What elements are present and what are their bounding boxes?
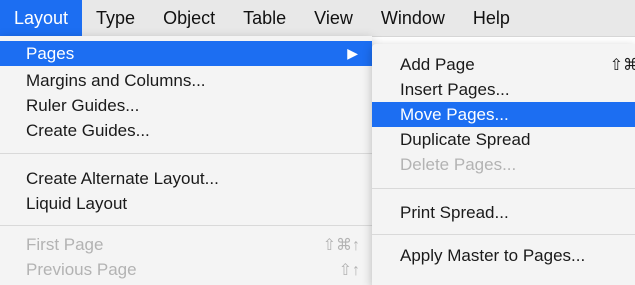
layout-dropdown: Pages ▶ Margins and Columns... Ruler Gui…: [0, 36, 372, 285]
shortcut-label: ⇧⌘: [609, 56, 635, 74]
menu-object[interactable]: Object: [149, 0, 229, 36]
menu-item-ruler-guides[interactable]: Ruler Guides...: [0, 93, 372, 118]
menu-item-duplicate-spread[interactable]: Duplicate Spread: [372, 127, 635, 152]
shortcut-label: ⇧↑: [338, 261, 360, 279]
menu-item-label: Move Pages...: [400, 104, 509, 124]
menu-item-label: Pages: [26, 43, 75, 63]
menu-item-insert-pages[interactable]: Insert Pages...: [372, 77, 635, 102]
menu-item-create-alternate-layout[interactable]: Create Alternate Layout...: [0, 166, 372, 191]
menu-item-label: Margins and Columns...: [26, 70, 206, 90]
menu-item-label: Add Page: [400, 54, 475, 74]
menu-item-margins-columns[interactable]: Margins and Columns...: [0, 68, 372, 93]
shortcut-label: ⇧⌘↑: [322, 236, 360, 254]
menu-item-label: Apply Master to Pages...: [400, 245, 586, 265]
menu-item-label: Ruler Guides...: [26, 95, 140, 115]
menu-item-move-pages[interactable]: Move Pages...: [372, 102, 635, 127]
menu-item-liquid-layout[interactable]: Liquid Layout: [0, 191, 372, 216]
menu-item-add-page[interactable]: Add Page ⇧⌘: [372, 52, 635, 77]
menu-separator: [372, 188, 635, 189]
menu-item-label: Insert Pages...: [400, 79, 510, 99]
menu-item-label: Delete Pages...: [400, 154, 517, 174]
menu-item-label: Print Spread...: [400, 202, 509, 222]
menu-separator: [0, 153, 372, 154]
menu-window[interactable]: Window: [367, 0, 459, 36]
menu-item-print-spread[interactable]: Print Spread...: [372, 200, 635, 225]
menu-item-delete-pages: Delete Pages...: [372, 152, 635, 177]
menu-separator: [0, 225, 372, 226]
screen: Layout Type Object Table View Window Hel…: [0, 0, 635, 285]
menu-item-pages[interactable]: Pages ▶: [0, 41, 372, 66]
menu-item-label: First Page: [26, 234, 104, 254]
menu-table[interactable]: Table: [229, 0, 300, 36]
menu-item-label: Duplicate Spread: [400, 129, 531, 149]
menu-help[interactable]: Help: [459, 0, 524, 36]
menu-bar: Layout Type Object Table View Window Hel…: [0, 0, 635, 37]
pages-submenu: Add Page ⇧⌘ Insert Pages... Move Pages..…: [372, 44, 635, 285]
menu-type[interactable]: Type: [82, 0, 149, 36]
menu-item-create-guides[interactable]: Create Guides...: [0, 118, 372, 143]
submenu-arrow-icon: ▶: [347, 45, 358, 61]
menu-view[interactable]: View: [300, 0, 367, 36]
menu-item-label: Liquid Layout: [26, 193, 128, 213]
menu-item-label: Create Alternate Layout...: [26, 168, 219, 188]
menu-item-label: Previous Page: [26, 259, 137, 279]
menu-separator: [372, 234, 635, 235]
menu-layout[interactable]: Layout: [0, 0, 83, 36]
menu-item-first-page: First Page ⇧⌘↑: [0, 232, 372, 257]
menu-item-label: Create Guides...: [26, 120, 150, 140]
menu-item-apply-master[interactable]: Apply Master to Pages...: [372, 243, 635, 268]
menu-item-previous-page: Previous Page ⇧↑: [0, 257, 372, 282]
